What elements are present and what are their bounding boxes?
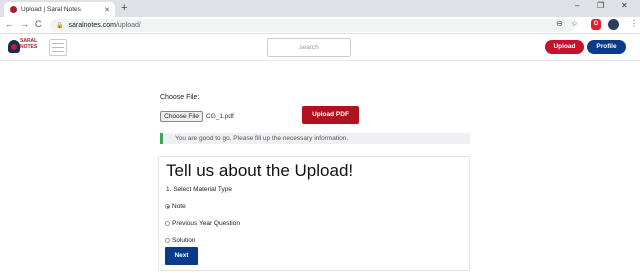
site-favicon-icon	[10, 6, 17, 13]
minimize-icon[interactable]: –	[575, 1, 579, 10]
option-note[interactable]: Note	[165, 203, 186, 210]
option-label: Note	[172, 203, 186, 210]
tab-title: Upload | Saral Notes	[21, 6, 81, 13]
url-bar[interactable]: 🔒 saralnotes.com/upload/	[50, 19, 575, 32]
option-previous-year-question[interactable]: Previous Year Question	[165, 220, 240, 227]
window-close-icon[interactable]: ✕	[621, 1, 628, 10]
browser-tab[interactable]: Upload | Saral Notes ✕	[4, 2, 115, 17]
new-tab-button[interactable]: +	[121, 2, 127, 15]
option-label: Solution	[172, 237, 196, 244]
bookmark-star-icon[interactable]: ☆	[571, 19, 578, 28]
option-label: Previous Year Question	[172, 220, 240, 227]
file-input: Choose File CG_1.pdf	[160, 111, 234, 122]
upload-details-card: Tell us about the Upload! 1. Select Mate…	[158, 156, 470, 271]
opera-extension-icon[interactable]: O	[591, 19, 601, 30]
url-path: /upload/	[115, 22, 141, 29]
forward-icon[interactable]: →	[20, 19, 29, 29]
success-alert: You are good to go. Please fill up the n…	[160, 133, 470, 144]
material-type-question: 1. Select Material Type	[166, 186, 232, 193]
next-button[interactable]: Next	[165, 247, 198, 265]
card-title: Tell us about the Upload!	[166, 161, 354, 180]
search-input[interactable]: search	[267, 38, 351, 57]
option-solution[interactable]: Solution	[165, 237, 196, 244]
url-domain: saralnotes.com	[68, 22, 116, 29]
tab-close-icon[interactable]: ✕	[104, 6, 110, 14]
browser-profile-avatar[interactable]	[608, 19, 619, 30]
back-icon[interactable]: ←	[5, 19, 14, 29]
profile-nav-button[interactable]: Profile	[587, 40, 626, 54]
zoom-icon[interactable]: ⊖	[556, 19, 563, 28]
browser-menu-icon[interactable]: ⋮	[630, 19, 638, 28]
choose-file-button[interactable]: Choose File	[160, 111, 203, 122]
upload-nav-button[interactable]: Upload	[545, 40, 584, 54]
lock-icon: 🔒	[56, 23, 64, 29]
site-header: SARAL NOTES search Upload Profile	[0, 34, 640, 61]
radio-note[interactable]	[165, 204, 170, 209]
selected-file-name: CG_1.pdf	[206, 113, 234, 120]
logo-text: SARAL NOTES	[20, 38, 38, 50]
hamburger-menu-icon[interactable]	[49, 39, 67, 56]
radio-previous-year-question[interactable]	[165, 221, 170, 226]
logo-mark-icon	[8, 40, 20, 53]
browser-address-row: ← → C 🔒 saralnotes.com/upload/ ⊖ ☆ ⋮	[0, 17, 640, 34]
site-logo[interactable]: SARAL NOTES	[8, 38, 42, 57]
upload-pdf-button[interactable]: Upload PDF	[302, 106, 359, 124]
radio-solution[interactable]	[165, 238, 170, 243]
browser-tab-bar: Upload | Saral Notes ✕ + – ❐ ✕	[0, 0, 640, 17]
restore-icon[interactable]: ❐	[597, 1, 604, 10]
choose-file-label: Choose File:	[160, 94, 200, 101]
reload-icon[interactable]: C	[35, 19, 42, 29]
